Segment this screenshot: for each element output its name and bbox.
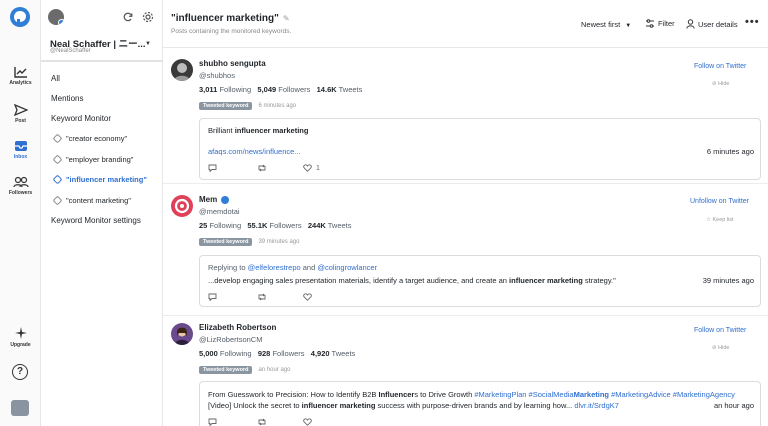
retweet-icon[interactable] [257,293,267,301]
rail-upgrade[interactable]: Upgrade [0,326,41,348]
inbox-icon [14,141,27,151]
reply-icon[interactable] [208,418,217,426]
tag-icon [52,174,63,185]
tweet-text-line-1: From Guesswork to Precision: How to Iden… [208,390,735,399]
divider [41,60,163,62]
chart-line-icon [13,67,27,78]
refresh-icon[interactable] [123,12,133,22]
user-avatar[interactable] [11,400,29,416]
follow-button[interactable]: Follow on Twitter [694,327,746,334]
twitter-badge-icon [58,19,64,25]
chevron-down-icon[interactable]: ▼ [145,41,151,47]
post-item: Mem @memdotai 25 Following 55.1K Followe… [163,185,768,316]
page-title: "influencer marketing" ✎ [171,13,290,24]
heart-icon[interactable] [303,418,312,426]
post-author-handle: @LizRobertsonCM [199,335,263,344]
tweet-reply-to: Replying to @elfelorestrepo and @colingr… [208,263,378,272]
chevron-down-icon: ▼ [625,23,632,29]
left-rail: Analytics Post Inbox Followers Upgrade ? [0,0,41,426]
tweet-link[interactable]: afaqs.com/news/influence... [208,147,301,156]
avatar[interactable] [171,323,193,345]
heart-icon [303,164,312,172]
more-options-icon[interactable]: ••• [745,16,760,28]
avatar[interactable] [171,59,193,81]
status-badge: Tweeted keyword [199,366,253,374]
post-author-stats: 25 Following 55.1K Followers 244K Tweets [199,221,352,230]
sidebar-item-all[interactable]: All [51,74,60,83]
keyword-tag: Tweeted keyword an hour ago [199,366,290,374]
sort-dropdown[interactable]: Newest first ▼ [581,20,631,29]
post-author-handle: @memdotai [199,207,240,216]
like-button[interactable]: 1 [303,164,320,172]
follow-button[interactable]: Follow on Twitter [694,63,746,70]
keep-list-button[interactable]: ☆ Keep list [706,217,734,223]
filter-button[interactable]: Filter [645,19,675,28]
users-icon [12,176,29,188]
gear-icon[interactable] [142,11,154,23]
user-icon [686,19,695,29]
edit-icon[interactable]: ✎ [283,14,290,23]
tweet-time: 6 minutes ago [706,147,754,156]
sliders-icon [646,19,654,28]
send-icon [13,104,28,116]
post-item: Elizabeth Robertson @LizRobertsonCM 5,00… [163,317,768,426]
post-author-name[interactable]: Mem [199,195,230,204]
tag-icon [52,195,63,206]
post-author-name[interactable]: Elizabeth Robertson [199,323,276,332]
tweet-time: an hour ago [713,401,754,410]
keyword-item-influencer-marketing[interactable]: "influencer marketing" [52,174,147,185]
page-subtitle: Posts containing the monitored keywords. [171,28,292,35]
heart-icon[interactable] [303,293,312,301]
tag-icon [52,133,63,144]
rail-post[interactable]: Post [0,104,41,124]
tweet-text-line-2: [Video] Unlock the secret to influencer … [208,401,619,410]
inbox-sidebar: Neal Schaffer | ニー... ▼ @NealSchaffer Al… [41,0,163,426]
main-panel: "influencer marketing" ✎ Posts containing… [163,0,768,426]
rail-followers[interactable]: Followers [0,176,41,196]
tweet-time: 39 minutes ago [702,276,754,285]
post-author-name[interactable]: shubho sengupta [199,59,266,68]
avatar[interactable] [171,195,193,217]
tweet-actions [208,418,312,426]
post-author-stats: 3,011 Following 5,049 Followers 14.6K Tw… [199,85,363,94]
tweet-card[interactable]: Brilliant influencer marketing afaqs.com… [199,118,761,180]
tweet-text: ...develop engaging sales presentation m… [208,276,616,285]
keyword-tag: Tweeted keyword 39 minutes ago [199,238,299,246]
keyword-tag: Tweeted keyword 6 minutes ago [199,102,296,110]
hide-button[interactable]: ⊘ Hide [712,81,729,87]
tag-icon [52,154,63,165]
status-badge: Tweeted keyword [199,238,253,246]
sidebar-item-keyword-monitor[interactable]: Keyword Monitor [51,114,111,123]
hide-button[interactable]: ⊘ Hide [712,345,729,351]
tweet-card[interactable]: Replying to @elfelorestrepo and @colingr… [199,255,761,307]
sparkle-icon [14,327,27,339]
sidebar-item-keyword-monitor-settings[interactable]: Keyword Monitor settings [51,216,141,225]
post-author-handle: @shubhos [199,71,235,80]
tweet-actions [208,293,312,301]
help-icon[interactable]: ? [12,364,28,380]
retweet-icon[interactable] [257,164,267,172]
account-avatar[interactable] [48,9,64,25]
main-header: "influencer marketing" ✎ Posts containing… [163,0,768,48]
verified-icon [221,195,230,204]
keyword-item-creator-economy[interactable]: "creator economy" [52,133,127,144]
tweet-text: Brilliant influencer marketing [208,126,309,135]
account-handle: @NealSchaffer [50,48,91,54]
app-logo-icon[interactable] [10,7,30,27]
keyword-item-content-marketing[interactable]: "content marketing" [52,195,131,206]
post-author-stats: 5,000 Following 928 Followers 4,920 Twee… [199,349,356,358]
tweet-actions: 1 [208,164,320,172]
sidebar-item-mentions[interactable]: Mentions [51,94,83,103]
rail-inbox[interactable]: Inbox [0,140,41,160]
post-item: shubho sengupta @shubhos 3,011 Following… [163,49,768,184]
keyword-item-employer-branding[interactable]: "employer branding" [52,154,133,165]
tweet-card[interactable]: From Guesswork to Precision: How to Iden… [199,381,761,426]
unfollow-button[interactable]: Unfollow on Twitter [690,198,749,205]
user-details-button[interactable]: User details [686,19,738,29]
reply-icon[interactable] [208,293,217,301]
status-badge: Tweeted keyword [199,102,253,110]
retweet-icon[interactable] [257,418,267,426]
reply-icon[interactable] [208,164,217,172]
rail-analytics[interactable]: Analytics [0,66,41,86]
